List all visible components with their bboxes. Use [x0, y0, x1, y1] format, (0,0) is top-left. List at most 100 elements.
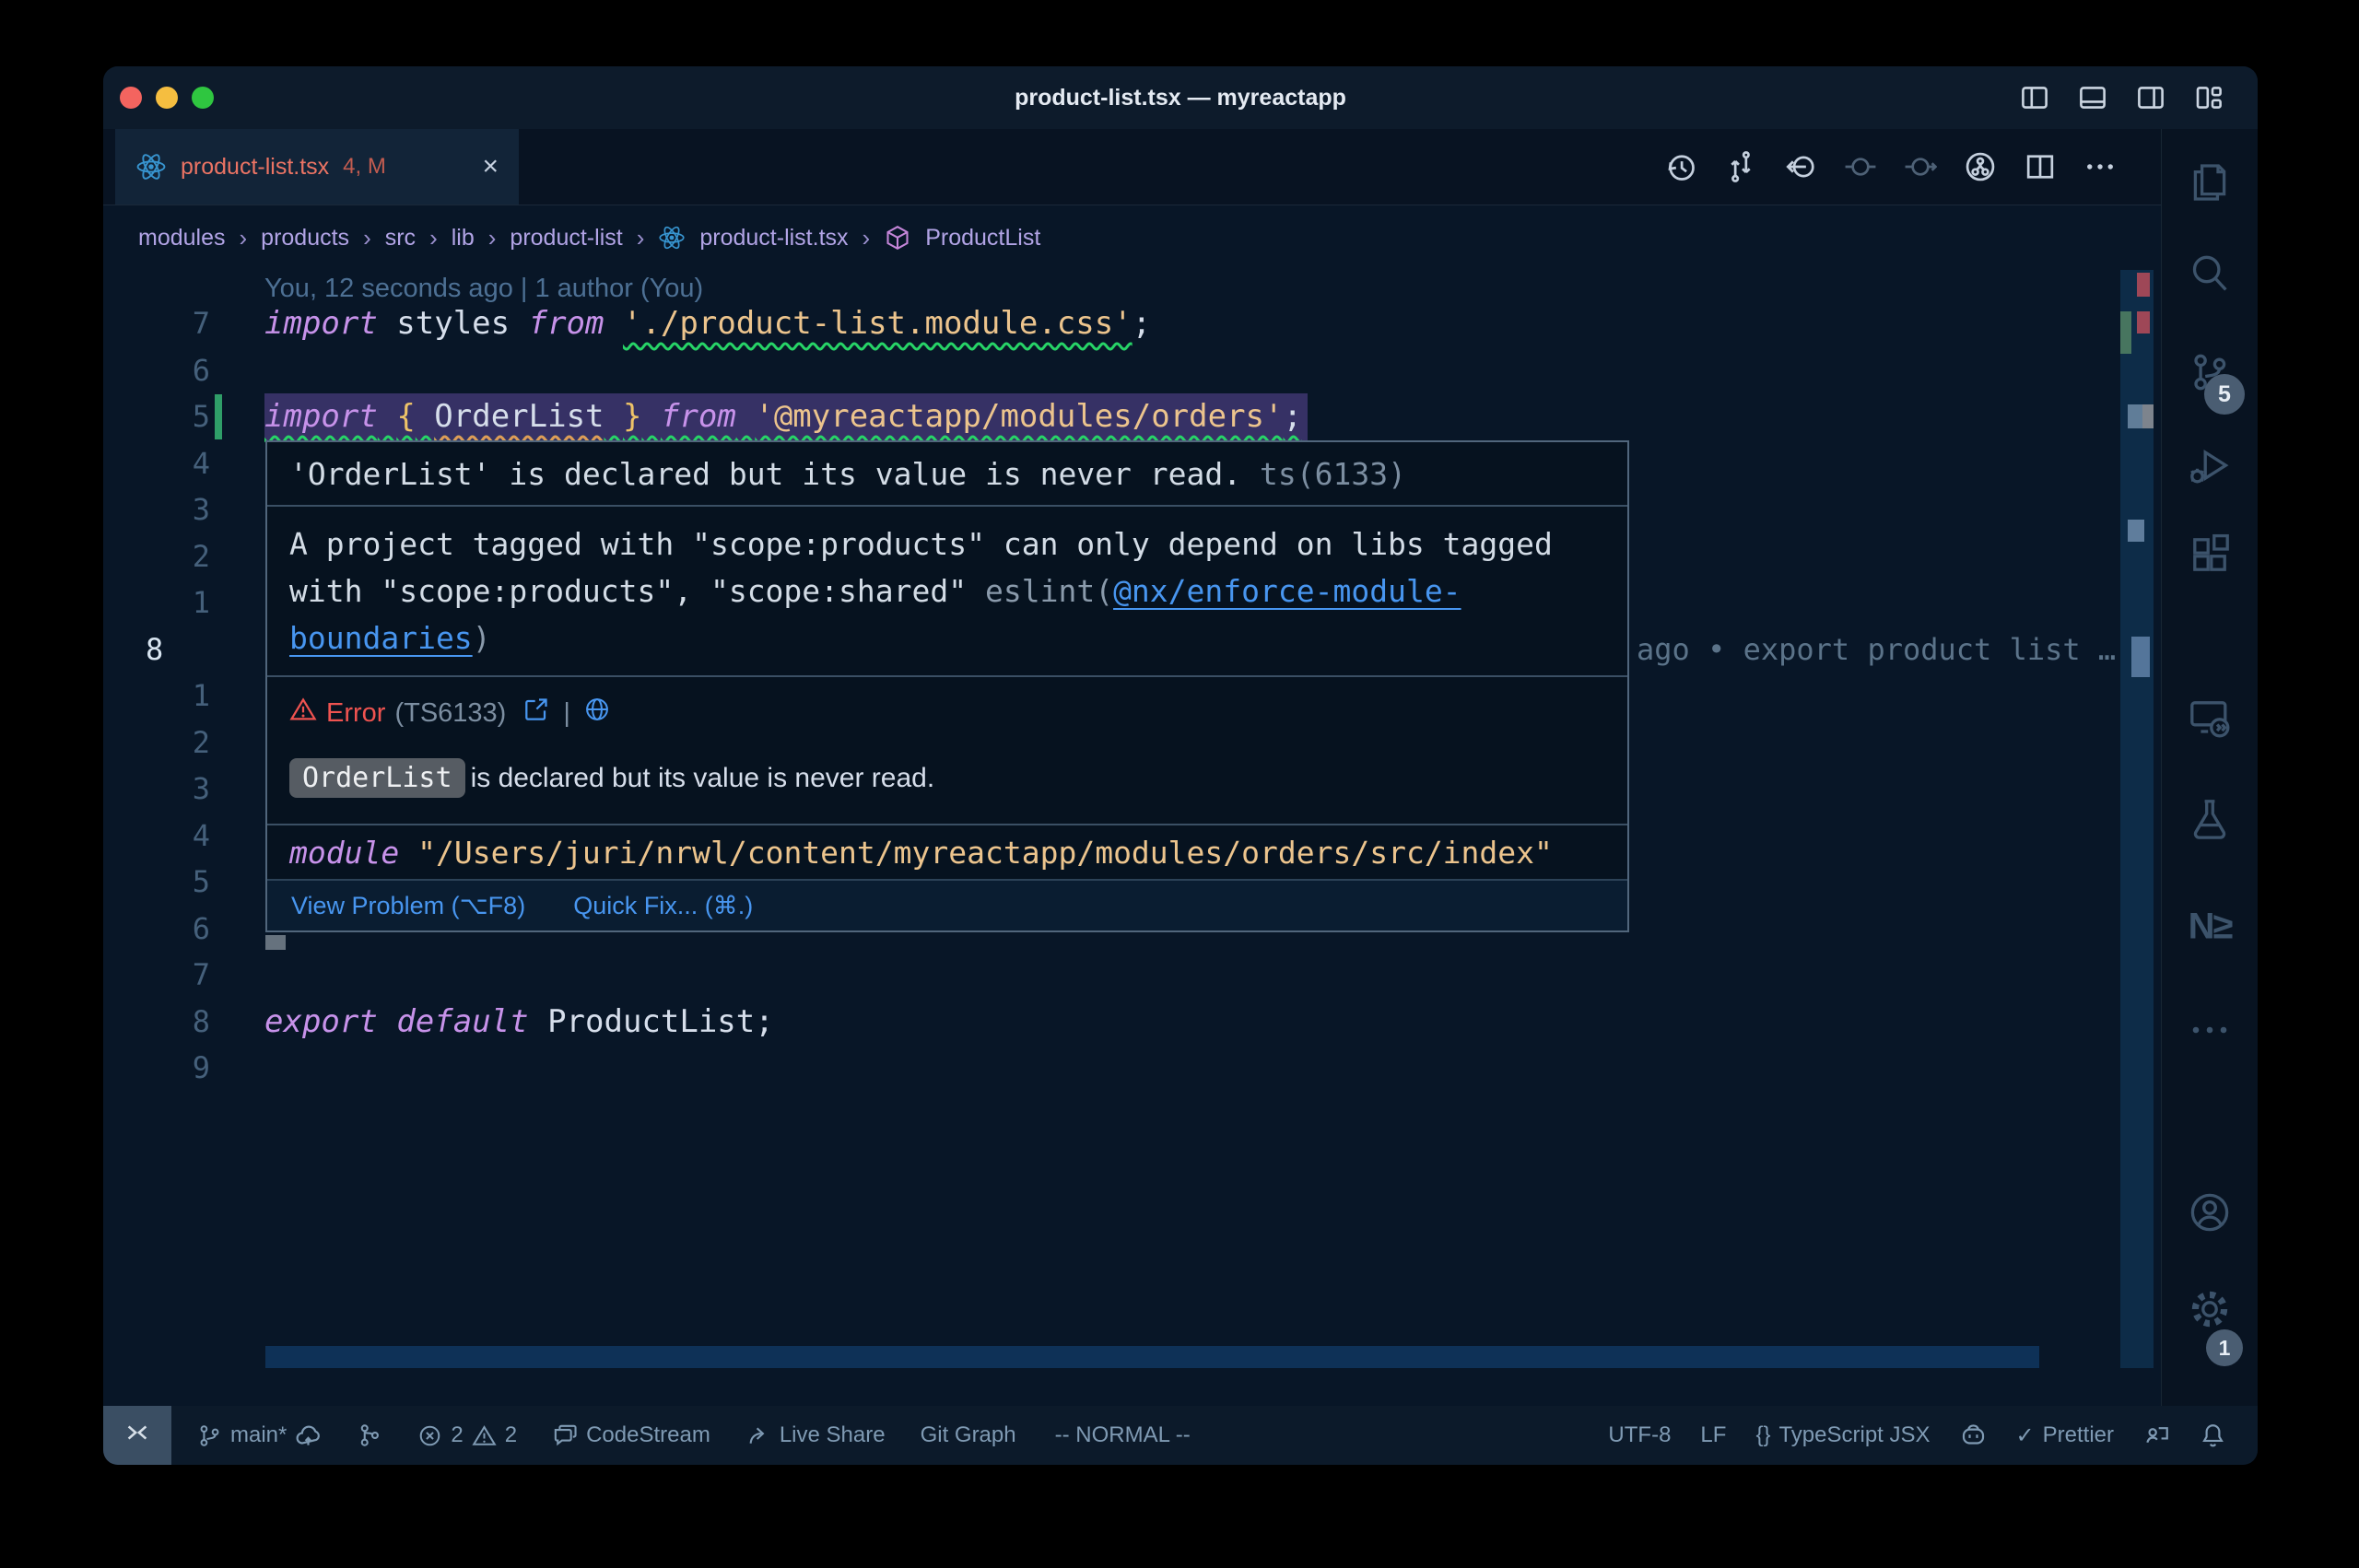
code-line[interactable]: export default ProductList;	[264, 999, 774, 1046]
git-graph-label: Git Graph	[921, 1422, 1016, 1448]
previous-change-icon[interactable]	[1844, 150, 1877, 183]
git-graph-circle-icon[interactable]	[1964, 150, 1997, 183]
breadcrumb-modules[interactable]: modules	[138, 225, 226, 252]
next-change-icon[interactable]	[1904, 150, 1937, 183]
remote-indicator[interactable]	[103, 1406, 171, 1465]
error-count: 2	[451, 1422, 463, 1448]
line-number[interactable]: 4	[103, 813, 210, 860]
horizontal-scrollbar[interactable]	[265, 1346, 2039, 1368]
tooltip-resize-grip[interactable]	[265, 935, 286, 950]
more-views-icon[interactable]	[2188, 1008, 2232, 1052]
globe-icon[interactable]	[583, 696, 611, 731]
breadcrumb-file[interactable]: product-list.tsx	[699, 225, 848, 252]
comment-icon	[552, 1422, 578, 1448]
eslint-rule-link[interactable]: boundaries	[289, 620, 473, 656]
prettier-status[interactable]: ✓ Prettier	[2016, 1422, 2114, 1449]
line-number[interactable]: 3	[103, 486, 210, 533]
vim-mode-status[interactable]: -- NORMAL --	[1055, 1422, 1191, 1448]
compare-changes-icon[interactable]	[1724, 150, 1757, 183]
toggle-primary-sidebar-icon[interactable]	[2020, 83, 2049, 112]
ruler-selection-mark	[2128, 520, 2144, 542]
customize-layout-icon[interactable]	[2194, 83, 2224, 112]
warning-triangle-icon	[472, 1423, 497, 1448]
code-line[interactable]: import styles from './product-list.modul…	[264, 300, 1151, 347]
quick-fix-button[interactable]: Quick Fix... (⌘.)	[573, 892, 753, 920]
settings-gear-icon[interactable]	[2188, 1287, 2232, 1331]
git-graph-status[interactable]: Git Graph	[921, 1422, 1016, 1448]
breadcrumb-lib[interactable]: lib	[452, 225, 475, 252]
breadcrumb-symbol[interactable]: ProductList	[925, 225, 1040, 252]
ruler-cursor-mark	[2131, 637, 2150, 677]
line-number[interactable]: 7	[103, 952, 210, 999]
tab-close-icon[interactable]: ×	[482, 153, 499, 181]
line-number[interactable]: 9	[103, 1045, 210, 1092]
line-number[interactable]: 2	[103, 533, 210, 580]
timeline-history-icon[interactable]	[1664, 150, 1697, 183]
line-number[interactable]: 6	[103, 347, 210, 394]
code-row: 6	[103, 347, 2161, 394]
line-number[interactable]: 1	[103, 673, 210, 720]
window-title: product-list.tsx — myreactapp	[103, 66, 2258, 129]
module-path-row: module "/Users/juri/nrwl/content/myreact…	[267, 825, 1627, 881]
language-mode-status[interactable]: {} TypeScript JSX	[1755, 1422, 1930, 1448]
problems-status[interactable]: 2 2	[417, 1422, 517, 1448]
split-editor-icon[interactable]	[2024, 150, 2057, 183]
eol-status[interactable]: LF	[1700, 1422, 1726, 1448]
vertical-scrollbar[interactable]	[2120, 270, 2154, 1368]
account-icon[interactable]	[2188, 1190, 2232, 1235]
line-number[interactable]: 7	[103, 300, 210, 347]
symbol-box-icon	[884, 224, 911, 252]
live-share-contacts-status[interactable]	[2143, 1422, 2170, 1449]
live-share-status[interactable]: Live Share	[745, 1422, 886, 1448]
view-problem-button[interactable]: View Problem (⌥F8)	[291, 892, 525, 920]
chevron-right-icon: ›	[363, 224, 371, 252]
back-navigation-icon[interactable]	[1784, 150, 1817, 183]
search-icon[interactable]	[2188, 252, 2232, 296]
notifications-status[interactable]	[2200, 1422, 2226, 1449]
code-row: 7 import styles from './product-list.modu…	[103, 300, 2161, 347]
ruler-error-mark	[2137, 273, 2150, 297]
external-link-icon[interactable]	[522, 696, 550, 731]
testing-icon[interactable]	[2188, 797, 2232, 841]
tab-product-list[interactable]: product-list.tsx 4, M ×	[115, 129, 519, 205]
extensions-icon[interactable]	[2188, 532, 2232, 577]
eslint-message-line: with "scope:products", "scope:shared" es…	[289, 568, 1605, 614]
chevron-right-icon: ›	[240, 224, 248, 252]
live-share-label: Live Share	[780, 1422, 886, 1448]
encoding-status[interactable]: UTF-8	[1608, 1422, 1671, 1448]
line-number[interactable]: 2	[103, 720, 210, 766]
ts-diagnostic-row: 'OrderList' is declared but its value is…	[267, 442, 1627, 507]
more-actions-icon[interactable]	[2083, 150, 2117, 183]
eslint-rule-link[interactable]: @nx/enforce-module-	[1113, 573, 1461, 609]
breadcrumb-src[interactable]: src	[385, 225, 416, 252]
line-number[interactable]: 5	[103, 393, 210, 440]
line-number[interactable]: 8	[103, 626, 260, 673]
files-icon[interactable]	[2188, 160, 2232, 205]
toggle-secondary-sidebar-icon[interactable]	[2136, 83, 2165, 112]
code-line[interactable]: import { OrderList } from '@myreactapp/m…	[264, 393, 1308, 440]
code-editor[interactable]: You, 12 seconds ago | 1 author (You) 7im…	[103, 270, 2161, 1406]
remote-explorer-icon[interactable]	[2188, 696, 2232, 740]
toggle-panel-icon[interactable]	[2078, 83, 2107, 112]
nx-console-icon[interactable]: N≥	[2189, 907, 2232, 948]
warning-triangle-icon	[289, 696, 317, 731]
line-number[interactable]: 3	[103, 766, 210, 813]
breadcrumb-product-list[interactable]: product-list	[510, 225, 622, 252]
debug-icon[interactable]	[2188, 444, 2232, 488]
separator: |	[563, 698, 570, 729]
copilot-status[interactable]	[1960, 1422, 1987, 1449]
line-number[interactable]: 1	[103, 579, 210, 626]
warning-count: 2	[505, 1422, 517, 1448]
settings-badge: 1	[2206, 1329, 2243, 1366]
editor-actions	[1664, 129, 2117, 205]
layout-controls	[2020, 66, 2224, 129]
line-number[interactable]: 4	[103, 440, 210, 487]
module-path: "/Users/juri/nrwl/content/myreactapp/mod…	[417, 835, 1553, 871]
commit-graph-status[interactable]	[357, 1422, 382, 1448]
line-number[interactable]: 5	[103, 859, 210, 906]
breadcrumb-products[interactable]: products	[261, 225, 349, 252]
line-number[interactable]: 8	[103, 999, 210, 1046]
codestream-status[interactable]: CodeStream	[552, 1422, 710, 1448]
line-number[interactable]: 6	[103, 906, 210, 953]
git-branch-status[interactable]: main*	[197, 1422, 322, 1449]
